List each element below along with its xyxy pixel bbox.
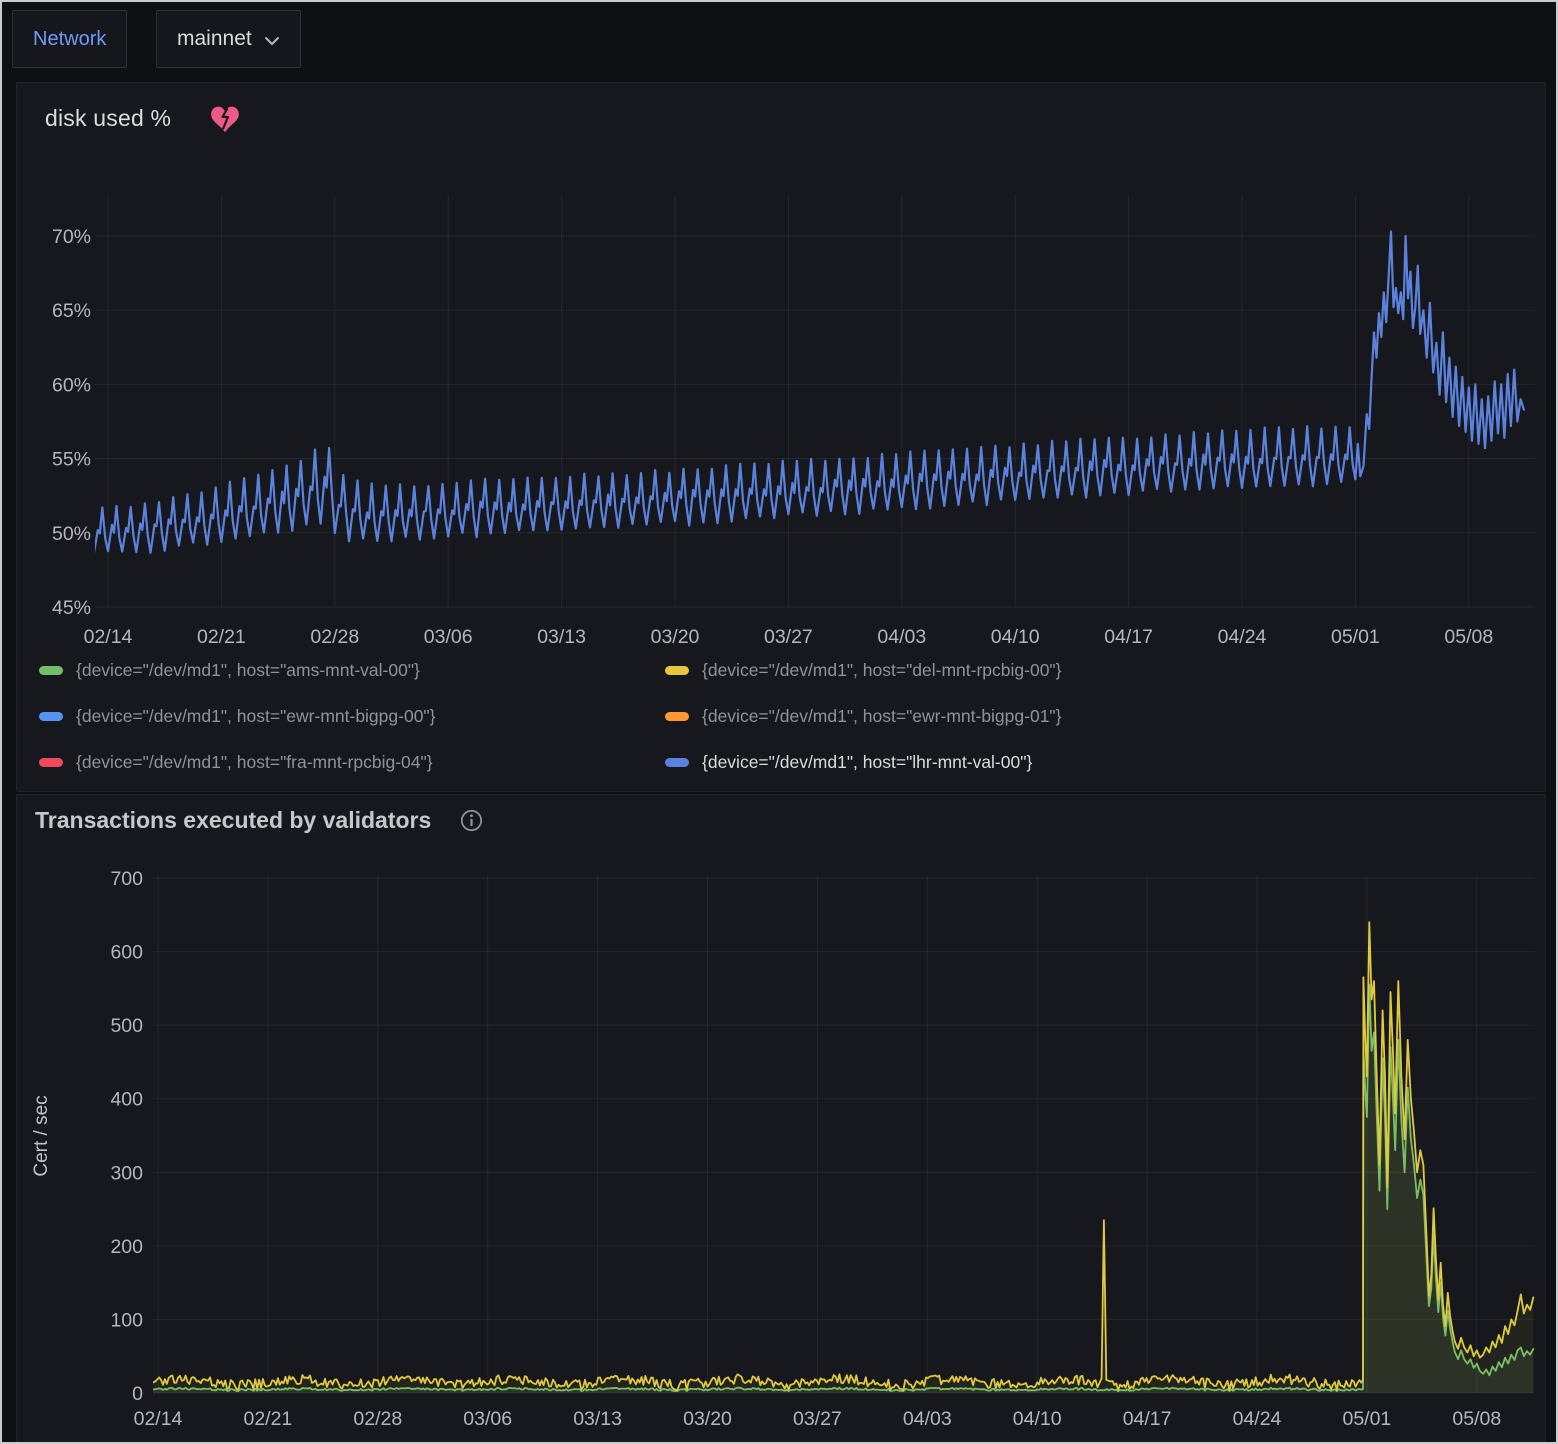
legend-series-label: {device="/dev/md1", host="ewr-mnt-bigpg-… bbox=[76, 706, 436, 727]
svg-text:65%: 65% bbox=[52, 300, 91, 322]
svg-text:05/01: 05/01 bbox=[1342, 1408, 1391, 1430]
legend-series-swatch bbox=[665, 758, 689, 767]
svg-text:03/20: 03/20 bbox=[683, 1408, 732, 1430]
transactions-panel: Transactions executed by validators 02/1… bbox=[16, 794, 1546, 1444]
legend-series-label: {device="/dev/md1", host="fra-mnt-rpcbig… bbox=[76, 752, 433, 773]
svg-text:05/01: 05/01 bbox=[1331, 626, 1380, 648]
legend-series-swatch bbox=[39, 758, 63, 767]
variable-bar: Network mainnet bbox=[2, 2, 1556, 80]
svg-text:600: 600 bbox=[110, 942, 143, 964]
svg-text:Cert / sec: Cert / sec bbox=[31, 1095, 52, 1176]
svg-text:50%: 50% bbox=[52, 523, 91, 545]
svg-text:100: 100 bbox=[110, 1309, 143, 1331]
svg-text:02/14: 02/14 bbox=[134, 1408, 183, 1430]
legend-series-label: {device="/dev/md1", host="del-mnt-rpcbig… bbox=[702, 660, 1062, 681]
svg-text:03/06: 03/06 bbox=[463, 1408, 512, 1430]
legend-series-label: {device="/dev/md1", host="ams-mnt-val-00… bbox=[76, 660, 420, 681]
legend-item[interactable]: {device="/dev/md1", host="ams-mnt-val-00… bbox=[39, 655, 651, 685]
broken-heart-icon bbox=[211, 106, 239, 132]
svg-text:05/08: 05/08 bbox=[1452, 1408, 1501, 1430]
disk-used-panel: disk used % 02/14 02/21 02/28 03/06 03/13 03/… bbox=[16, 82, 1546, 792]
svg-text:03/06: 03/06 bbox=[424, 626, 473, 648]
svg-text:60%: 60% bbox=[52, 374, 91, 396]
svg-text:04/24: 04/24 bbox=[1233, 1408, 1282, 1430]
legend-item[interactable]: {device="/dev/md1", host="ewr-mnt-bigpg-… bbox=[39, 701, 651, 731]
svg-text:02/21: 02/21 bbox=[243, 1408, 292, 1430]
svg-text:55%: 55% bbox=[52, 449, 91, 471]
svg-text:03/27: 03/27 bbox=[793, 1408, 842, 1430]
legend-item[interactable]: {device="/dev/md1", host="fra-mnt-rpcbig… bbox=[39, 747, 651, 777]
svg-text:400: 400 bbox=[110, 1089, 143, 1111]
svg-text:04/17: 04/17 bbox=[1104, 626, 1153, 648]
svg-text:04/03: 04/03 bbox=[877, 626, 926, 648]
info-circle-icon[interactable] bbox=[459, 808, 484, 833]
svg-text:03/20: 03/20 bbox=[651, 626, 700, 648]
variable-label-text: Network bbox=[33, 28, 106, 51]
svg-text:200: 200 bbox=[110, 1236, 143, 1258]
svg-text:05/08: 05/08 bbox=[1444, 626, 1493, 648]
network-dropdown[interactable]: mainnet bbox=[156, 10, 301, 68]
svg-text:02/28: 02/28 bbox=[310, 626, 359, 648]
svg-text:03/13: 03/13 bbox=[537, 626, 586, 648]
disk-used-chart[interactable]: 02/14 02/21 02/28 03/06 03/13 03/20 03/27 04/03… bbox=[17, 149, 1545, 661]
svg-text:300: 300 bbox=[110, 1162, 143, 1184]
disk-used-panel-header[interactable]: disk used % bbox=[45, 105, 239, 132]
svg-text:04/24: 04/24 bbox=[1218, 626, 1267, 648]
svg-text:04/10: 04/10 bbox=[1013, 1408, 1062, 1430]
grafana-dashboard: Network mainnet disk used % 02/1402/2102… bbox=[0, 0, 1558, 1444]
network-dropdown-value: mainnet bbox=[177, 27, 252, 51]
svg-text:0: 0 bbox=[132, 1383, 143, 1405]
legend-item[interactable]: {device="/dev/md1", host="lhr-mnt-val-00… bbox=[665, 747, 1529, 777]
chevron-down-icon bbox=[264, 36, 280, 46]
variable-label[interactable]: Network bbox=[12, 10, 127, 68]
transactions-chart[interactable]: 02/14 02/21 02/28 03/06 03/13 03/20 03/27 04/03… bbox=[17, 851, 1545, 1441]
disk-used-legend: {device="/dev/md1", host="ams-mnt-val-00… bbox=[39, 655, 1529, 777]
legend-series-label: {device="/dev/md1", host="ewr-mnt-bigpg-… bbox=[702, 706, 1062, 727]
legend-item[interactable]: {device="/dev/md1", host="ewr-mnt-bigpg-… bbox=[665, 701, 1529, 731]
disk-used-panel-title: disk used % bbox=[45, 105, 171, 132]
legend-series-swatch bbox=[665, 666, 689, 675]
legend-series-label: {device="/dev/md1", host="lhr-mnt-val-00… bbox=[702, 752, 1032, 773]
svg-text:02/14: 02/14 bbox=[84, 626, 133, 648]
svg-text:04/17: 04/17 bbox=[1123, 1408, 1172, 1430]
svg-text:03/13: 03/13 bbox=[573, 1408, 622, 1430]
transactions-panel-header[interactable]: Transactions executed by validators bbox=[35, 807, 484, 834]
legend-series-swatch bbox=[39, 666, 63, 675]
svg-text:04/10: 04/10 bbox=[991, 626, 1040, 648]
svg-text:02/21: 02/21 bbox=[197, 626, 246, 648]
svg-text:02/28: 02/28 bbox=[353, 1408, 402, 1430]
svg-text:45%: 45% bbox=[52, 597, 91, 619]
svg-text:500: 500 bbox=[110, 1015, 143, 1037]
svg-text:03/27: 03/27 bbox=[764, 626, 813, 648]
svg-text:04/03: 04/03 bbox=[903, 1408, 952, 1430]
legend-item[interactable]: {device="/dev/md1", host="del-mnt-rpcbig… bbox=[665, 655, 1529, 685]
transactions-panel-title: Transactions executed by validators bbox=[35, 807, 431, 834]
svg-text:70%: 70% bbox=[52, 226, 91, 248]
svg-text:700: 700 bbox=[110, 868, 143, 890]
legend-series-swatch bbox=[39, 712, 63, 721]
legend-series-swatch bbox=[665, 712, 689, 721]
